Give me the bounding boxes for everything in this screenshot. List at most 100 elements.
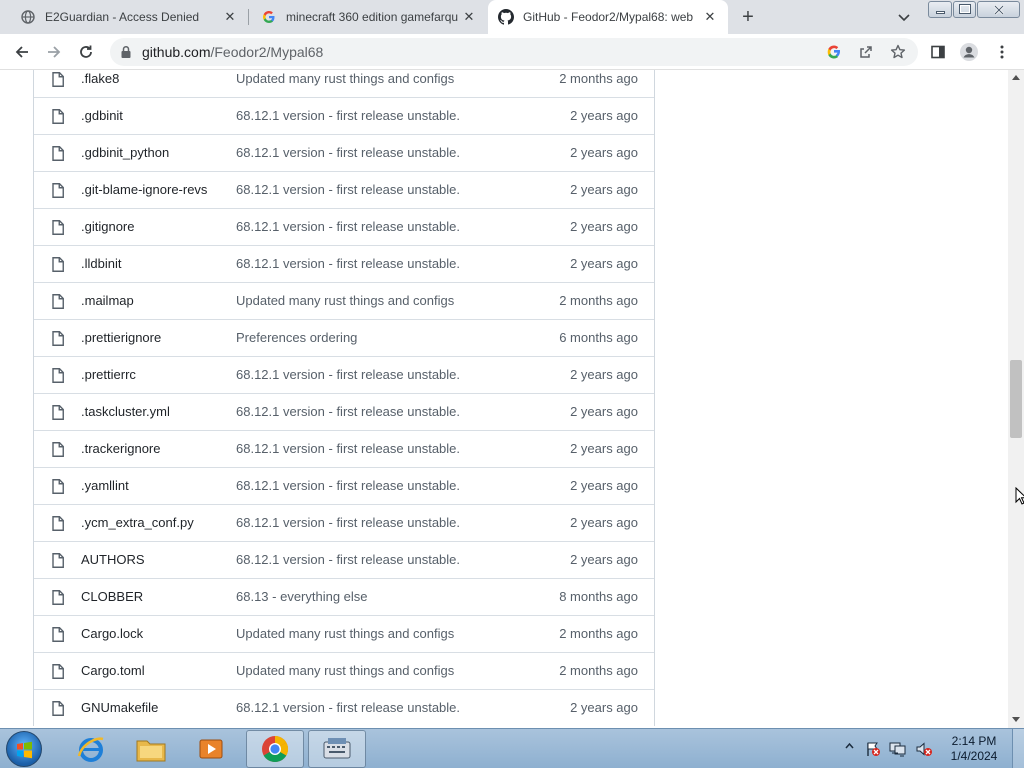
commit-message-link[interactable]: 68.12.1 version - first release unstable… — [236, 145, 460, 160]
show-desktop-button[interactable] — [1012, 729, 1024, 768]
share-icon[interactable] — [858, 44, 874, 65]
file-row[interactable]: .gdbinit 68.12.1 version - first release … — [34, 97, 654, 134]
file-row[interactable]: .ycm_extra_conf.py 68.12.1 version - firs… — [34, 504, 654, 541]
file-row[interactable]: .yamllint 68.12.1 version - first release… — [34, 467, 654, 504]
tab-search-chevron-icon[interactable] — [896, 9, 912, 25]
chrome-icon[interactable] — [246, 730, 304, 768]
file-row[interactable]: .taskcluster.yml 68.12.1 version - first … — [34, 393, 654, 430]
internet-explorer-icon[interactable] — [62, 730, 120, 768]
keyboard-app-icon[interactable] — [308, 730, 366, 768]
start-button[interactable] — [6, 731, 42, 767]
tab-google-search[interactable]: minecraft 360 edition gamefarqu ✕ — [249, 0, 487, 34]
file-row[interactable]: .lldbinit 68.12.1 version - first release… — [34, 245, 654, 282]
network-icon[interactable] — [889, 741, 907, 760]
file-row[interactable]: .git-blame-ignore-revs 68.12.1 version - … — [34, 171, 654, 208]
side-panel-icon[interactable] — [928, 42, 948, 62]
commit-message-link[interactable]: 68.12.1 version - first release unstable… — [236, 108, 460, 123]
file-row[interactable]: GNUmakefile 68.12.1 version - first relea… — [34, 689, 654, 726]
file-row[interactable]: .flake8 Updated many rust things and conf… — [34, 70, 654, 97]
media-player-icon[interactable] — [182, 730, 240, 768]
file-name-link[interactable]: .yamllint — [81, 478, 129, 493]
commit-age: 2 years ago — [570, 478, 638, 493]
commit-message-link[interactable]: Updated many rust things and configs — [236, 663, 454, 678]
file-row[interactable]: .gdbinit_python 68.12.1 version - first r… — [34, 134, 654, 171]
file-name-link[interactable]: .flake8 — [81, 71, 119, 86]
more-menu-icon[interactable] — [992, 42, 1012, 62]
file-name-link[interactable]: Cargo.lock — [81, 626, 143, 641]
commit-message-link[interactable]: 68.12.1 version - first release unstable… — [236, 256, 460, 271]
file-row[interactable]: Cargo.lock Updated many rust things and c… — [34, 615, 654, 652]
commit-message-link[interactable]: 68.12.1 version - first release unstable… — [236, 478, 460, 493]
commit-message-link[interactable]: 68.12.1 version - first release unstable… — [236, 515, 460, 530]
commit-age: 8 months ago — [559, 589, 638, 604]
close-icon[interactable]: ✕ — [222, 9, 238, 25]
file-name-link[interactable]: .taskcluster.yml — [81, 404, 170, 419]
commit-message-link[interactable]: 68.12.1 version - first release unstable… — [236, 441, 460, 456]
commit-message-link[interactable]: 68.12.1 version - first release unstable… — [236, 182, 460, 197]
reload-icon[interactable] — [76, 42, 96, 62]
file-row[interactable]: AUTHORS 68.12.1 version - first release u… — [34, 541, 654, 578]
google-lens-icon[interactable] — [826, 44, 842, 65]
file-row[interactable]: .prettierignore Preferences ordering 6 mon… — [34, 319, 654, 356]
file-icon — [52, 368, 64, 383]
commit-message-link[interactable]: 68.12.1 version - first release unstable… — [236, 404, 460, 419]
action-center-flag-icon[interactable] — [865, 741, 881, 760]
file-row[interactable]: CLOBBER 68.13 - everything else 8 months a… — [34, 578, 654, 615]
commit-message-link[interactable]: 68.12.1 version - first release unstable… — [236, 367, 460, 382]
file-name-link[interactable]: .prettierignore — [81, 330, 161, 345]
close-icon[interactable]: ✕ — [461, 9, 477, 25]
commit-age: 2 months ago — [559, 293, 638, 308]
url-text[interactable]: github.com/Feodor2/Mypal68 — [142, 44, 323, 60]
back-arrow-icon[interactable] — [12, 42, 32, 62]
file-name-link[interactable]: .prettierrc — [81, 367, 136, 382]
profile-avatar-icon[interactable] — [959, 42, 979, 62]
address-bar[interactable]: github.com/Feodor2/Mypal68 — [110, 38, 918, 66]
tab-e2guardian[interactable]: E2Guardian - Access Denied ✕ — [0, 0, 248, 34]
new-tab-button[interactable]: + — [736, 5, 760, 29]
system-clock[interactable]: 2:14 PM 1/4/2024 — [946, 734, 1002, 764]
file-name-link[interactable]: AUTHORS — [81, 552, 145, 567]
commit-message-link[interactable]: 68.12.1 version - first release unstable… — [236, 700, 460, 715]
show-hidden-icons-icon[interactable] — [845, 741, 854, 753]
commit-age: 2 years ago — [570, 367, 638, 382]
file-name-link[interactable]: .gitignore — [81, 219, 134, 234]
file-row[interactable]: .trackerignore 68.12.1 version - first re… — [34, 430, 654, 467]
file-name-link[interactable]: .mailmap — [81, 293, 134, 308]
file-icon — [52, 183, 64, 198]
file-row[interactable]: .prettierrc 68.12.1 version - first relea… — [34, 356, 654, 393]
file-icon — [52, 72, 64, 87]
file-name-link[interactable]: .gdbinit_python — [81, 145, 169, 160]
commit-message-link[interactable]: Updated many rust things and configs — [236, 293, 454, 308]
scroll-down-arrow-icon[interactable] — [1012, 717, 1020, 722]
file-name-link[interactable]: CLOBBER — [81, 589, 143, 604]
file-row[interactable]: Cargo.toml Updated many rust things and c… — [34, 652, 654, 689]
tab-github-mypal68[interactable]: GitHub - Feodor2/Mypal68: web ✕ — [488, 0, 728, 34]
commit-message-link[interactable]: Updated many rust things and configs — [236, 71, 454, 86]
close-window-button[interactable] — [977, 1, 1020, 18]
volume-muted-icon[interactable] — [915, 741, 933, 760]
bookmark-star-icon[interactable] — [890, 44, 906, 65]
file-name-link[interactable]: GNUmakefile — [81, 700, 158, 715]
file-name-link[interactable]: .trackerignore — [81, 441, 160, 456]
restore-window-button[interactable] — [953, 1, 976, 18]
scrollbar-thumb[interactable] — [1010, 360, 1022, 438]
file-name-link[interactable]: .gdbinit — [81, 108, 123, 123]
minimize-window-button[interactable] — [928, 1, 952, 18]
file-row[interactable]: .gitignore 68.12.1 version - first releas… — [34, 208, 654, 245]
close-icon[interactable]: ✕ — [702, 9, 718, 25]
commit-message-link[interactable]: 68.12.1 version - first release unstable… — [236, 219, 460, 234]
file-name-link[interactable]: .ycm_extra_conf.py — [81, 515, 194, 530]
commit-message-link[interactable]: 68.12.1 version - first release unstable… — [236, 552, 460, 567]
file-name-link[interactable]: Cargo.toml — [81, 663, 145, 678]
commit-message-link[interactable]: Updated many rust things and configs — [236, 626, 454, 641]
commit-message-link[interactable]: Preferences ordering — [236, 330, 357, 345]
commit-message-link[interactable]: 68.13 - everything else — [236, 589, 368, 604]
file-explorer-icon[interactable] — [122, 730, 180, 768]
forward-arrow-icon[interactable] — [44, 42, 64, 62]
scroll-up-arrow-icon[interactable] — [1012, 75, 1020, 80]
vertical-scrollbar[interactable] — [1008, 70, 1024, 728]
lock-icon[interactable] — [120, 45, 132, 64]
file-name-link[interactable]: .lldbinit — [81, 256, 121, 271]
file-row[interactable]: .mailmap Updated many rust things and con… — [34, 282, 654, 319]
file-name-link[interactable]: .git-blame-ignore-revs — [81, 182, 207, 197]
